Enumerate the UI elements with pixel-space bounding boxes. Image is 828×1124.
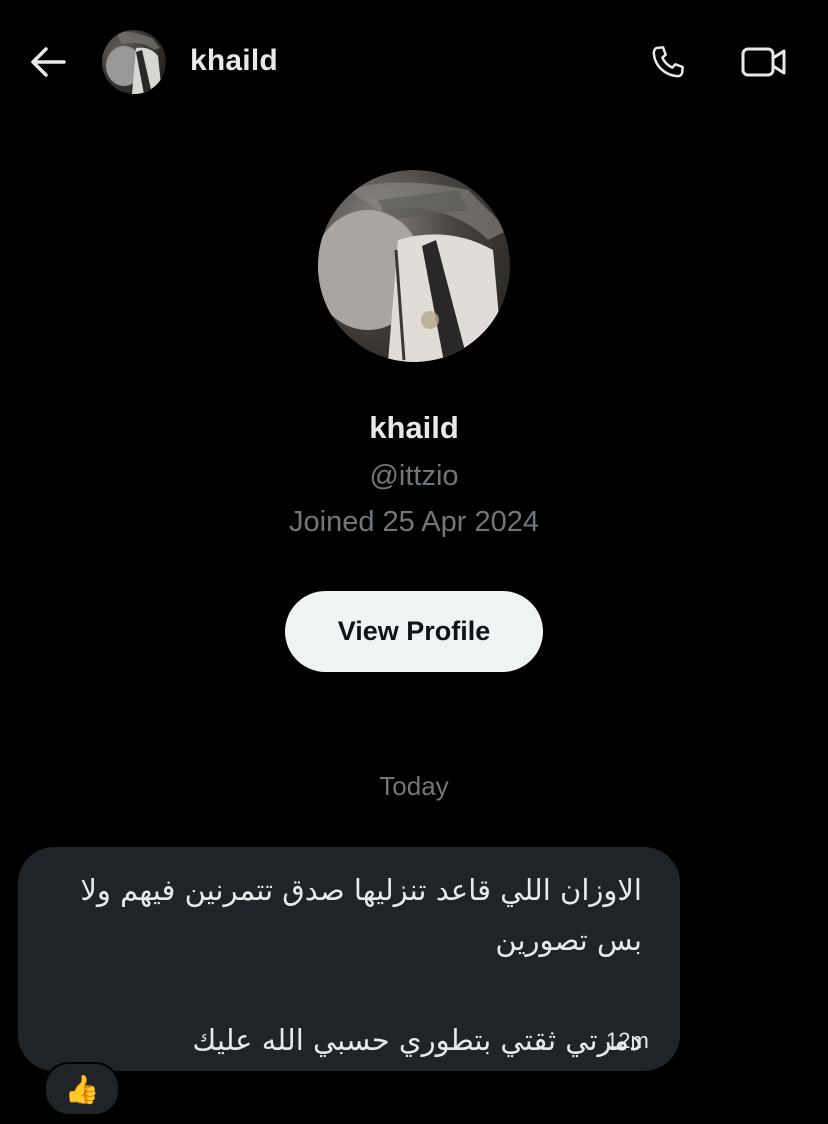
header-name[interactable]: khaild — [190, 44, 278, 78]
date-separator: Today — [379, 771, 449, 801]
back-button[interactable] — [28, 44, 68, 80]
message-text: الاوزان اللي قاعد تنزليها صدق تتمرنين في… — [80, 873, 642, 1057]
phone-icon — [652, 46, 684, 78]
view-profile-button[interactable]: View Profile — [285, 591, 543, 672]
header-avatar[interactable] — [102, 30, 166, 94]
message-timestamp: 12m — [606, 1028, 649, 1053]
call-button[interactable] — [648, 42, 688, 82]
arrow-left-icon — [31, 47, 66, 77]
conversation-header: khaild — [0, 0, 828, 124]
video-camera-icon — [741, 47, 786, 77]
avatar-image — [318, 182, 508, 362]
profile-name: khaild — [369, 410, 459, 445]
reaction-badge[interactable]: 👍 — [44, 1062, 120, 1116]
profile-joined-date: Joined 25 Apr 2024 — [289, 506, 539, 538]
video-call-button[interactable] — [740, 44, 788, 80]
thumbs-up-icon: 👍 — [64, 1073, 100, 1105]
profile-handle: @ittzio — [369, 460, 459, 492]
profile-avatar[interactable] — [318, 170, 510, 362]
avatar-image — [106, 31, 162, 94]
message-bubble[interactable]: الاوزان اللي قاعد تنزليها صدق تتمرنين في… — [18, 847, 680, 1071]
